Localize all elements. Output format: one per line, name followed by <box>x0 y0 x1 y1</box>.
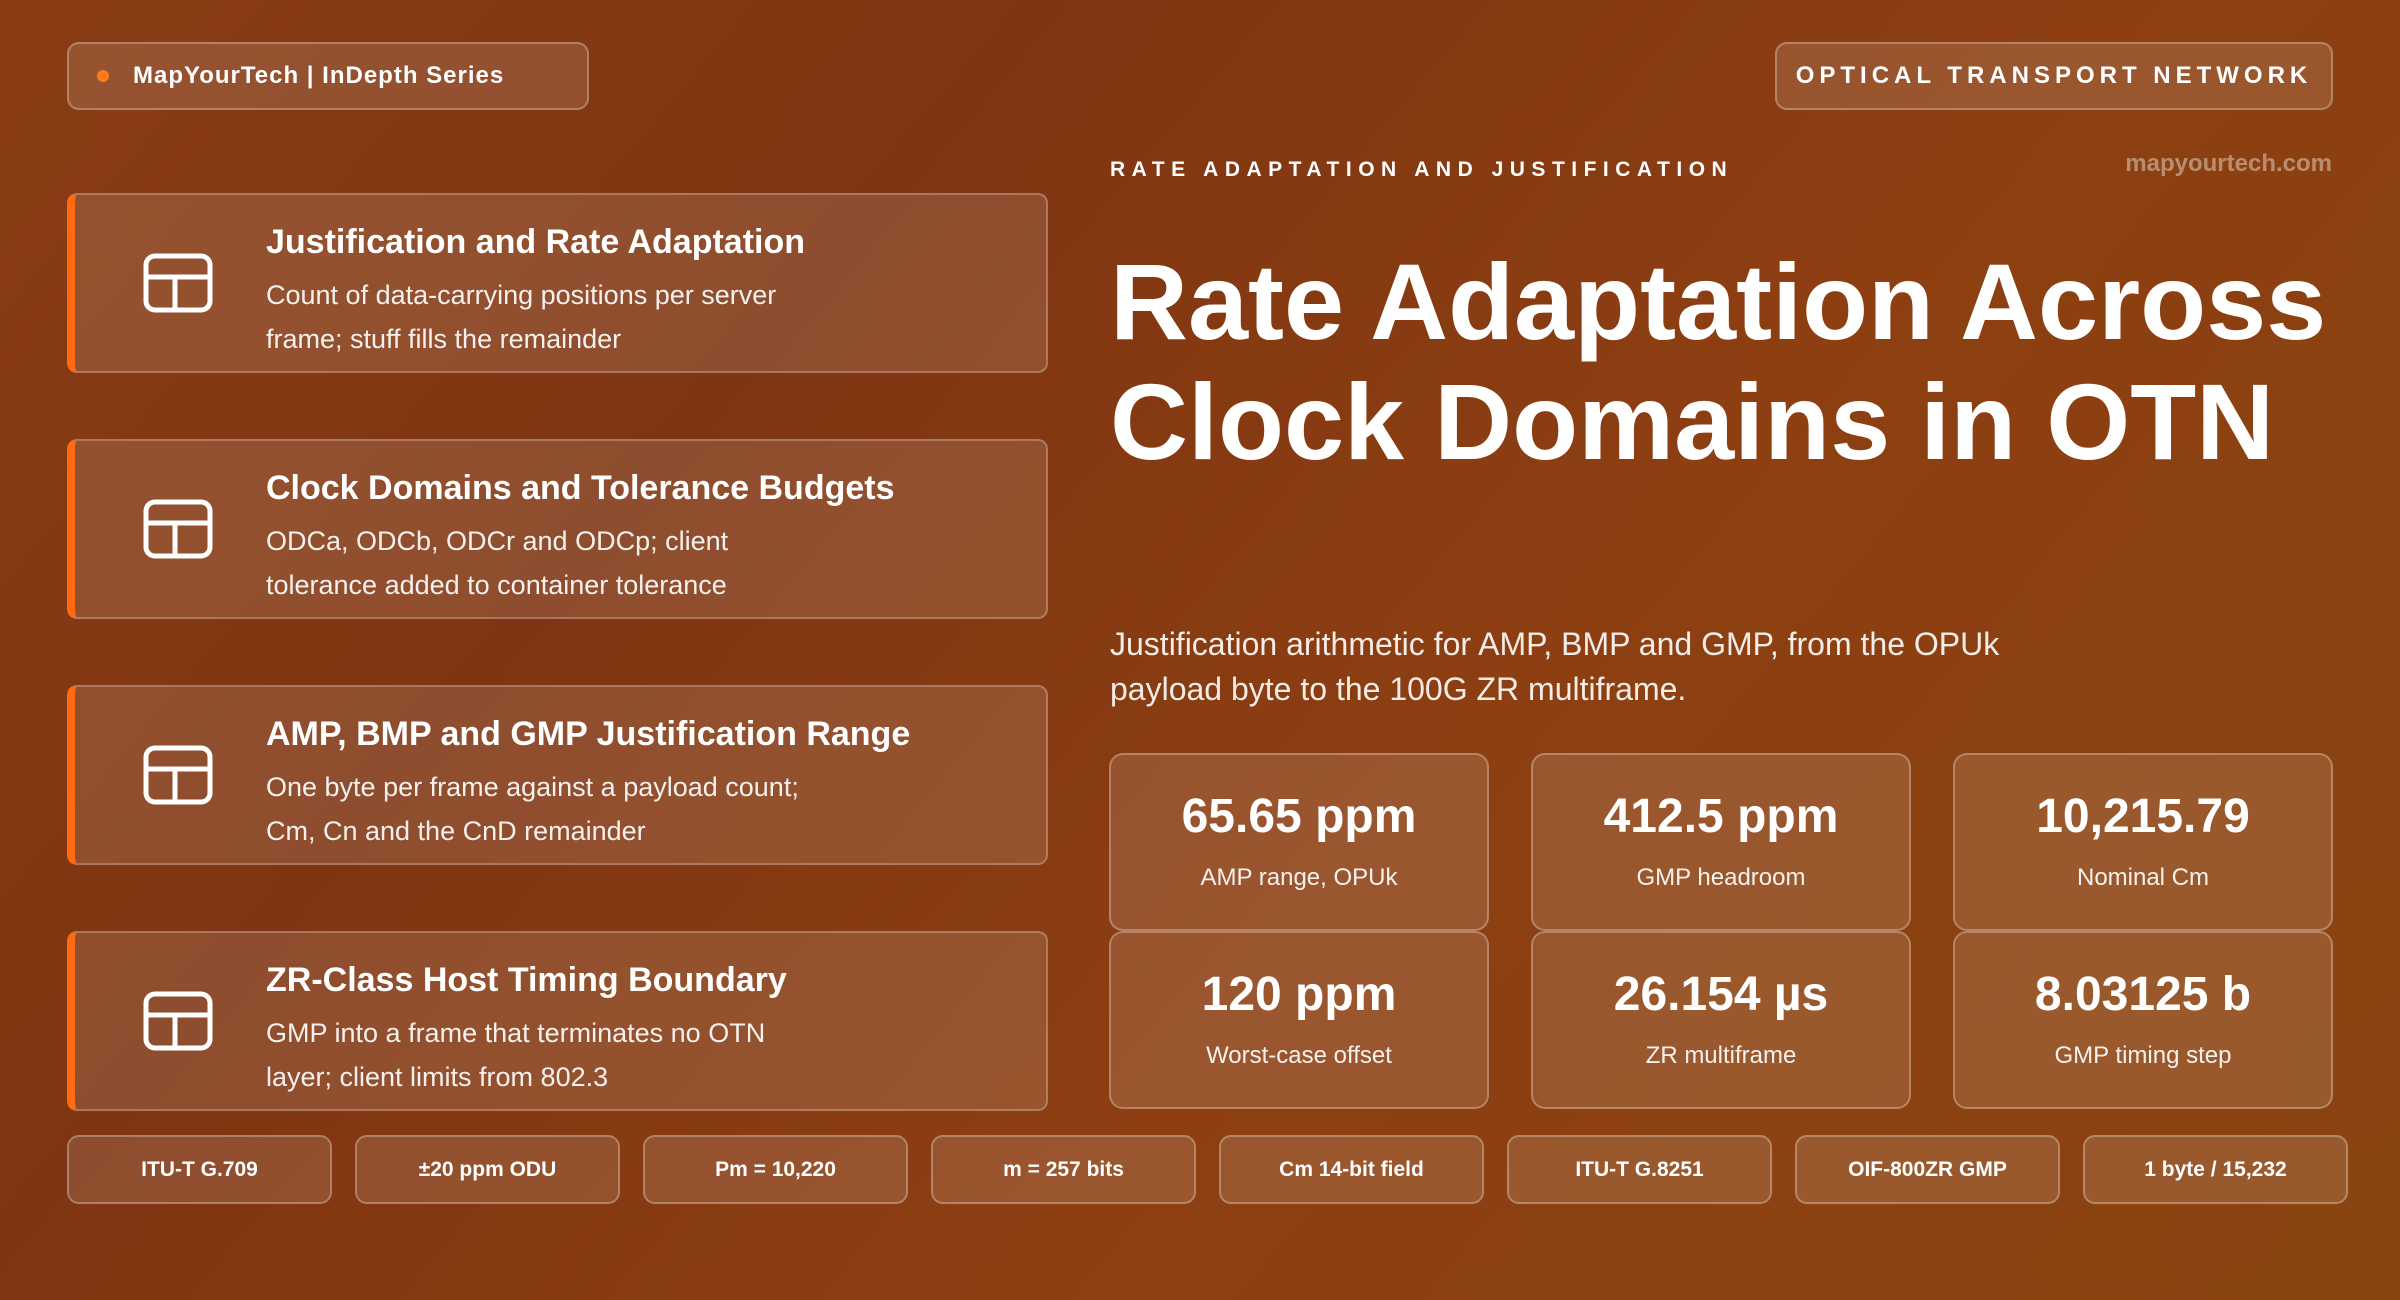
site-url: mapyourtech.com <box>2125 150 2332 177</box>
table-icon <box>143 991 213 1051</box>
section-label: OPTICAL TRANSPORT NETWORK <box>1795 62 2313 89</box>
eyebrow-label: RATE ADAPTATION AND JUSTIFICATION <box>1110 158 1734 181</box>
reference-chip: m = 257 bits <box>931 1135 1196 1204</box>
topic-title: Clock Domains and Tolerance Budgets <box>266 469 895 507</box>
stat-value: 10,215.79 <box>2036 790 2250 843</box>
stat-card: 120 ppm Worst-case offset <box>1109 931 1489 1109</box>
page-title: Rate Adaptation Across Clock Domains in … <box>1110 241 2327 482</box>
stat-label: GMP timing step <box>2054 1042 2232 1069</box>
table-icon <box>143 745 213 805</box>
stat-card: 412.5 ppm GMP headroom <box>1531 753 1911 931</box>
topic-description: ODCa, ODCb, ODCr and ODCp; client tolera… <box>266 526 729 600</box>
reference-chip: Cm 14-bit field <box>1219 1135 1484 1204</box>
section-badge: OPTICAL TRANSPORT NETWORK <box>1775 42 2333 110</box>
stat-label: Nominal Cm <box>2076 864 2210 891</box>
reference-chip: ITU-T G.8251 <box>1507 1135 1772 1204</box>
reference-chip: ±20 ppm ODU <box>355 1135 620 1204</box>
topic-description: GMP into a frame that terminates no OTN … <box>266 1018 766 1092</box>
topic-card: AMP, BMP and GMP Justification Range One… <box>67 685 1048 865</box>
stat-value: 120 ppm <box>1201 968 1397 1021</box>
stat-value: 65.65 ppm <box>1181 790 1417 843</box>
table-icon <box>143 253 213 313</box>
reference-chip: 1 byte / 15,232 <box>2083 1135 2348 1204</box>
stat-value: 412.5 ppm <box>1603 790 1839 843</box>
stat-value: 8.03125 b <box>2034 968 2252 1021</box>
status-dot <box>97 70 109 82</box>
page-subtitle: Justification arithmetic for AMP, BMP an… <box>1110 626 2000 707</box>
topic-title: Justification and Rate Adaptation <box>266 223 806 261</box>
stat-label: Worst-case offset <box>1206 1042 1392 1069</box>
stat-card: 10,215.79 Nominal Cm <box>1953 753 2333 931</box>
brand-label: MapYourTech | InDepth Series <box>133 62 505 89</box>
topic-card: ZR-Class Host Timing Boundary GMP into a… <box>67 931 1048 1111</box>
reference-chip: Pm = 10,220 <box>643 1135 908 1204</box>
stat-card: 26.154 µs ZR multiframe <box>1531 931 1911 1109</box>
topic-card: Justification and Rate Adaptation Count … <box>67 193 1048 373</box>
reference-chip: ITU-T G.709 <box>67 1135 332 1204</box>
stat-card: 8.03125 b GMP timing step <box>1953 931 2333 1109</box>
table-icon <box>143 499 213 559</box>
topic-card: Clock Domains and Tolerance Budgets ODCa… <box>67 439 1048 619</box>
topic-title: AMP, BMP and GMP Justification Range <box>266 715 911 753</box>
stat-label: GMP headroom <box>1636 864 1806 891</box>
stat-label: ZR multiframe <box>1645 1042 1797 1069</box>
stat-label: AMP range, OPUk <box>1200 864 1398 891</box>
topic-title: ZR-Class Host Timing Boundary <box>266 961 787 999</box>
stat-card: 65.65 ppm AMP range, OPUk <box>1109 753 1489 931</box>
stat-value: 26.154 µs <box>1613 968 1829 1021</box>
topic-description: One byte per frame against a payload cou… <box>266 772 799 846</box>
brand-badge: MapYourTech | InDepth Series <box>67 42 589 110</box>
reference-chip: OIF-800ZR GMP <box>1795 1135 2060 1204</box>
topic-description: Count of data-carrying positions per ser… <box>266 280 777 354</box>
